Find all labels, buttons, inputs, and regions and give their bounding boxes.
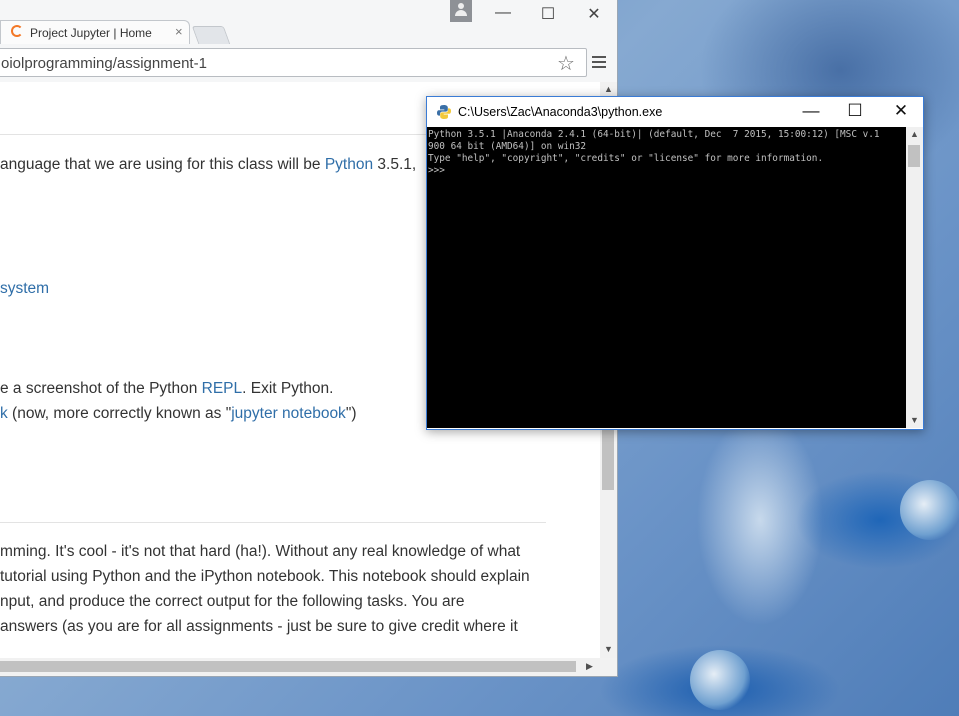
bookmark-star-icon[interactable]: ☆ — [557, 51, 575, 76]
repl-link[interactable]: REPL — [202, 380, 243, 397]
tab-title: Project Jupyter | Home — [30, 26, 152, 40]
scrollbar-thumb[interactable] — [0, 661, 576, 672]
maximize-button[interactable]: ☐ — [536, 4, 560, 24]
paragraph-line: answers (as you are for all assignments … — [0, 618, 518, 635]
hamburger-menu-icon[interactable] — [592, 56, 606, 71]
scroll-up-arrow-icon[interactable]: ▲ — [910, 129, 919, 139]
profile-button[interactable] — [450, 0, 472, 22]
paragraph-line: nput, and produce the correct output for… — [0, 593, 465, 610]
tab-project-jupyter[interactable]: Project Jupyter | Home × — [0, 20, 190, 45]
scroll-down-arrow-icon[interactable]: ▼ — [910, 415, 919, 425]
python-logo-icon — [437, 105, 451, 119]
wallpaper-droplet — [690, 650, 750, 710]
close-button[interactable]: ✕ — [582, 4, 606, 24]
horizontal-scrollbar[interactable]: ▶ — [0, 658, 600, 675]
scroll-down-arrow-icon[interactable]: ▼ — [604, 644, 613, 654]
url-text: oiolprogramming/assignment-1 — [1, 55, 207, 72]
python-console-window: C:\Users\Zac\Anaconda3\python.exe — ☐ ✕ … — [426, 96, 924, 430]
console-line: Type "help", "copyright", "credits" or "… — [428, 153, 824, 164]
scroll-right-arrow-icon[interactable]: ▶ — [586, 661, 593, 672]
tab-strip: Project Jupyter | Home × — ☐ ✕ — [0, 0, 617, 45]
jupyter-notebook-link[interactable]: jupyter notebook — [231, 405, 346, 422]
scroll-up-arrow-icon[interactable]: ▲ — [604, 84, 613, 94]
notebook-link[interactable]: k — [0, 405, 8, 422]
divider — [0, 522, 546, 523]
paragraph-line: tutorial using Python and the iPython no… — [0, 568, 530, 585]
text-line: e a screenshot of the Python REPL. Exit … — [0, 380, 334, 397]
scrollbar-thumb[interactable] — [908, 145, 920, 167]
tab-close-icon[interactable]: × — [175, 24, 183, 39]
text-line: system — [0, 280, 49, 298]
console-title-bar[interactable]: C:\Users\Zac\Anaconda3\python.exe — ☐ ✕ — [427, 97, 923, 127]
console-scrollbar[interactable]: ▲ ▼ — [906, 127, 923, 428]
wallpaper-droplet — [900, 480, 959, 540]
console-minimize-button[interactable]: — — [796, 101, 826, 121]
address-bar[interactable]: oiolprogramming/assignment-1 ☆ — [0, 48, 587, 77]
console-line: 900 64 bit (AMD64)] on win32 — [428, 141, 587, 152]
text-line: anguage that we are using for this class… — [0, 156, 417, 173]
system-link[interactable]: system — [0, 280, 49, 297]
text-line: k (now, more correctly known as "jupyter… — [0, 405, 357, 422]
person-icon — [455, 3, 467, 17]
new-tab-button[interactable] — [191, 26, 231, 44]
paragraph-line: mming. It's cool - it's not that hard (h… — [0, 543, 521, 560]
console-line: Python 3.5.1 |Anaconda 2.4.1 (64-bit)| (… — [428, 129, 880, 140]
browser-toolbar: oiolprogramming/assignment-1 ☆ — [0, 44, 617, 83]
python-link[interactable]: Python — [325, 156, 373, 173]
console-title: C:\Users\Zac\Anaconda3\python.exe — [458, 105, 663, 119]
console-maximize-button[interactable]: ☐ — [840, 101, 870, 121]
jupyter-favicon-icon — [11, 25, 23, 37]
console-close-button[interactable]: ✕ — [886, 101, 916, 121]
console-prompt: >>> — [428, 165, 445, 176]
console-output[interactable]: Python 3.5.1 |Anaconda 2.4.1 (64-bit)| (… — [427, 127, 906, 428]
minimize-button[interactable]: — — [491, 4, 515, 22]
